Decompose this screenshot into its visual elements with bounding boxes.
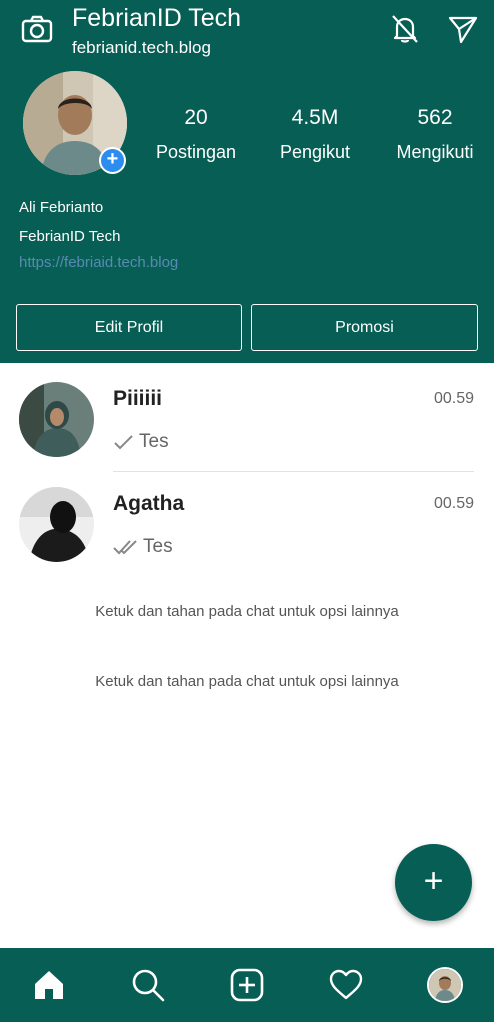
add-post-icon[interactable] bbox=[229, 967, 265, 1003]
chat-name: Piiiiii bbox=[113, 387, 163, 410]
stat-followers-value: 4.5M bbox=[291, 106, 339, 129]
stat-following-label: Mengikuti bbox=[396, 142, 474, 162]
chat-divider bbox=[113, 471, 474, 472]
heart-icon[interactable] bbox=[328, 967, 364, 1003]
profile-name: Ali Febrianto bbox=[19, 199, 104, 216]
profile-link[interactable]: https://febriaid.tech.blog bbox=[19, 254, 178, 271]
app-title: FebrianID Tech bbox=[72, 4, 242, 32]
stat-followers[interactable]: 4.5M Pengikut bbox=[267, 106, 363, 163]
chat-hint: Ketuk dan tahan pada chat untuk opsi lai… bbox=[95, 603, 399, 620]
chat-row[interactable]: Agatha 00.59 Tes bbox=[0, 477, 494, 582]
chat-time: 00.59 bbox=[433, 390, 474, 407]
chat-last-message: Tes bbox=[113, 536, 173, 558]
app-subtitle: febrianid.tech.blog bbox=[72, 38, 211, 57]
chat-hint: Ketuk dan tahan pada chat untuk opsi lai… bbox=[95, 673, 399, 690]
home-icon[interactable] bbox=[31, 967, 67, 1003]
double-check-icon bbox=[113, 540, 137, 555]
chat-row[interactable]: Piiiiii 00.59 Tes bbox=[0, 372, 494, 477]
promote-button[interactable]: Promosi bbox=[251, 304, 478, 351]
stat-posts[interactable]: 20 Postingan bbox=[146, 106, 246, 163]
stat-followers-label: Pengikut bbox=[279, 142, 351, 162]
stat-following[interactable]: 562 Mengikuti bbox=[387, 106, 483, 163]
edit-profile-button[interactable]: Edit Profil bbox=[16, 304, 242, 351]
check-icon bbox=[114, 435, 133, 450]
profile-avatar-wrap[interactable]: + bbox=[23, 71, 127, 175]
bell-off-icon[interactable] bbox=[388, 12, 422, 46]
profile-avatar-nav[interactable] bbox=[427, 967, 463, 1003]
send-icon[interactable] bbox=[446, 12, 480, 46]
stat-following-value: 562 bbox=[417, 106, 453, 129]
profile-header: FebrianID Tech febrianid.tech.blog + 20 … bbox=[0, 0, 494, 363]
chat-time: 00.59 bbox=[433, 495, 474, 512]
stat-posts-label: Postingan bbox=[155, 142, 237, 162]
chat-name: Agatha bbox=[113, 492, 185, 515]
profile-category: FebrianID Tech bbox=[19, 228, 121, 245]
camera-icon[interactable] bbox=[20, 12, 54, 46]
chat-message-text: Tes bbox=[143, 536, 173, 557]
search-icon[interactable] bbox=[130, 967, 166, 1003]
chat-avatar[interactable] bbox=[19, 487, 94, 562]
chat-avatar[interactable] bbox=[19, 382, 94, 457]
bottom-navigation bbox=[0, 948, 494, 1022]
stat-posts-value: 20 bbox=[184, 106, 208, 129]
new-chat-button[interactable]: + bbox=[395, 844, 472, 921]
chat-message-text: Tes bbox=[139, 431, 169, 452]
chat-last-message: Tes bbox=[113, 431, 169, 453]
add-story-button[interactable]: + bbox=[99, 147, 126, 174]
